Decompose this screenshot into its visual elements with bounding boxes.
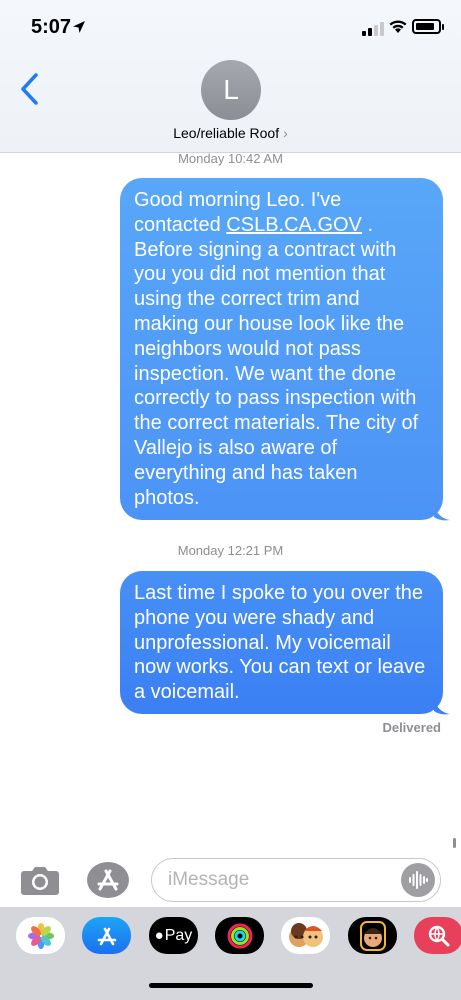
contact-avatar[interactable]: L [201, 60, 261, 120]
status-bar-time: 5:07 [31, 16, 72, 38]
audio-message-button[interactable] [401, 863, 435, 897]
app-store-icon [97, 927, 116, 945]
app-store-app-button[interactable] [82, 917, 131, 954]
imessage-input[interactable] [168, 859, 398, 900]
battery-icon [412, 19, 444, 34]
message-timestamp: Monday 12:21 PM [177, 543, 284, 558]
apple-pay-app-button[interactable]: ● Pay [149, 917, 198, 954]
memoji-icon [359, 920, 386, 951]
avatar-initial: L [223, 74, 239, 105]
home-indicator[interactable] [149, 983, 313, 988]
waveform-icon [409, 871, 428, 889]
memoji-app-button[interactable] [348, 917, 397, 954]
memoji-stickers-icon [288, 922, 323, 947]
bubble-tail [434, 699, 450, 715]
message-text: Last time I spoke to you over the phone … [134, 582, 426, 704]
scroll-indicator [453, 838, 456, 848]
location-arrow-icon [73, 21, 85, 33]
bubble-tail [434, 505, 450, 521]
sent-message-bubble[interactable]: Good morning Leo. I've contacted CSLB.CA… [120, 178, 450, 521]
apple-logo-icon: ● [154, 927, 164, 944]
camera-button[interactable] [20, 864, 60, 896]
message-link[interactable]: CSLB.CA.GOV [226, 214, 362, 236]
activity-icon [227, 923, 252, 948]
battery-level [416, 23, 434, 30]
memoji-stickers-app-button[interactable] [281, 917, 330, 954]
back-button[interactable] [18, 72, 42, 106]
delivery-status: Delivered [382, 720, 441, 735]
imessage-input-field[interactable] [151, 858, 441, 902]
activity-app-button[interactable] [215, 917, 264, 954]
contact-name-button[interactable]: Leo/reliable Roof › [0, 125, 461, 141]
message-timestamp: Monday 10:42 AM [178, 151, 283, 166]
chevron-right-icon: › [283, 125, 288, 141]
conversation-header: 5:07 L Leo/reliable Roof › [0, 0, 461, 153]
sent-message-bubble[interactable]: Last time I spoke to you over the phone … [120, 571, 450, 715]
app-store-button[interactable] [86, 861, 130, 899]
photos-icon [27, 922, 54, 949]
cellular-signal-icon [362, 22, 384, 36]
wifi-icon [389, 20, 407, 33]
message-text: . Before signing a contract with you you… [134, 213, 419, 509]
apple-pay-label: Pay [164, 926, 193, 944]
web-search-app-button[interactable] [414, 917, 461, 954]
contact-name: Leo/reliable Roof [173, 125, 280, 141]
photos-app-button[interactable] [16, 917, 65, 954]
web-search-icon [428, 925, 449, 946]
